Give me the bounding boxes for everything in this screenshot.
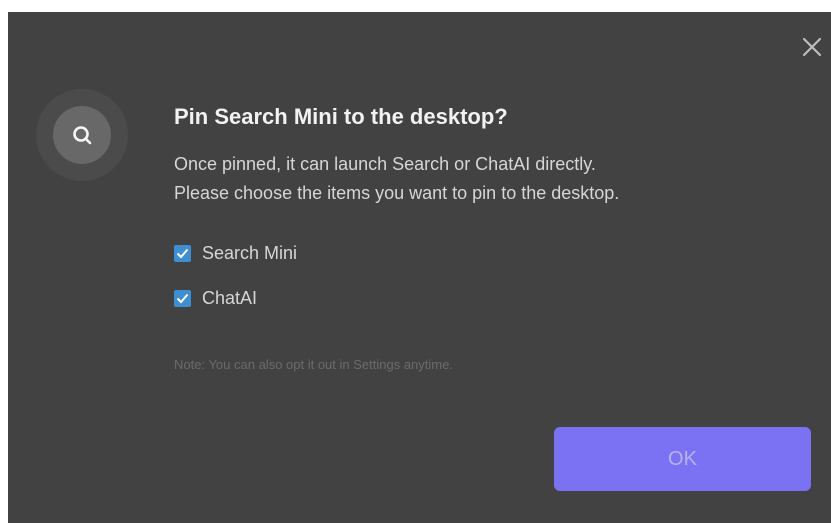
search-mini-checkbox[interactable] (174, 244, 191, 262)
dialog-title: Pin Search Mini to the desktop? (174, 104, 508, 129)
ok-button[interactable]: OK (554, 427, 811, 491)
chatai-checkbox[interactable] (174, 289, 191, 307)
close-button[interactable] (799, 34, 825, 60)
app-icon-halo (36, 89, 128, 181)
search-icon (73, 126, 92, 145)
description-line-1: Once pinned, it can launch Search or Cha… (174, 154, 596, 174)
app-icon-circle (53, 106, 111, 164)
search-mini-label: Search Mini (202, 242, 298, 263)
dialog-description: Once pinned, it can launch Search or Cha… (174, 150, 619, 208)
pin-dialog: Pin Search Mini to the desktop? Once pin… (8, 12, 831, 523)
close-icon (802, 37, 822, 57)
checkmark-icon (176, 293, 189, 303)
checkmark-icon (176, 248, 189, 258)
option-search-mini[interactable]: Search Mini (174, 241, 297, 265)
description-line-2: Please choose the items you want to pin … (174, 183, 620, 203)
option-chatai[interactable]: ChatAI (174, 286, 257, 310)
chatai-label: ChatAI (202, 287, 258, 308)
settings-note: Note: You can also opt it out in Setting… (174, 357, 453, 372)
